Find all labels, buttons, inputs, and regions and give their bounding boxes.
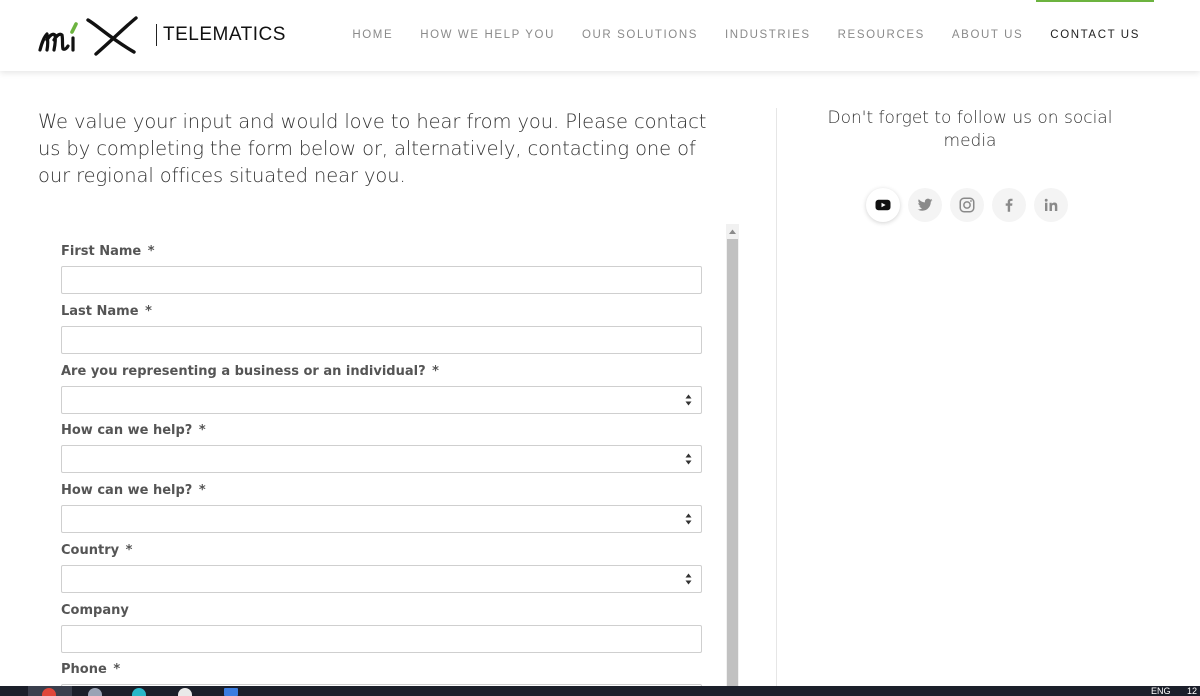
scroll-up-arrow[interactable] [726, 224, 739, 238]
nav-contact-us[interactable]: CONTACT US [1036, 0, 1154, 71]
nav-industries[interactable]: INDUSTRIES [725, 0, 811, 71]
field-label: Are you representing a business or an in… [61, 364, 439, 379]
field-last-name: Last Name * [61, 304, 702, 354]
business-or-individual-select[interactable] [61, 386, 702, 414]
file-explorer-icon[interactable] [88, 688, 102, 696]
last-name-input[interactable] [61, 326, 702, 354]
facebook-button[interactable] [992, 188, 1026, 222]
field-label: How can we help? * [61, 483, 206, 498]
field-first-name: First Name * [61, 244, 702, 294]
youtube-icon [875, 199, 891, 211]
field-country: Country * [61, 543, 702, 593]
form-scrollbar[interactable] [726, 224, 739, 688]
nav-home[interactable]: HOME [352, 0, 393, 71]
main-nav: HOME HOW WE HELP YOU OUR SOLUTIONS INDUS… [325, 0, 1154, 71]
chrome-icon[interactable] [42, 688, 56, 696]
nav-about-us[interactable]: ABOUT US [952, 0, 1023, 71]
field-label: Country * [61, 543, 133, 558]
nav-resources[interactable]: RESOURCES [838, 0, 925, 71]
select-updown-icon [685, 453, 692, 465]
select-updown-icon [685, 513, 692, 525]
field-how-can-we-help-2: How can we help? * [61, 483, 702, 533]
mix-logo-mark [38, 16, 138, 56]
field-label: How can we help? * [61, 423, 206, 438]
social-links [866, 188, 1076, 222]
field-business-or-individual: Are you representing a business or an in… [61, 364, 702, 414]
clock[interactable]: 12 [1187, 687, 1197, 696]
logo-divider [156, 24, 157, 46]
linkedin-icon [1044, 198, 1058, 211]
app-icon[interactable] [224, 688, 238, 696]
field-company: Company [61, 603, 702, 653]
logo[interactable]: TELEMATICS [38, 12, 286, 58]
logo-text: TELEMATICS [163, 24, 286, 45]
twitter-button[interactable] [908, 188, 942, 222]
select-updown-icon [685, 573, 692, 585]
os-taskbar: ENG 12 [0, 686, 1200, 696]
select-updown-icon [685, 394, 692, 406]
nav-how-we-help-you[interactable]: HOW WE HELP YOU [420, 0, 555, 71]
contact-form-frame: First Name * Last Name * Are you represe… [38, 224, 740, 688]
language-indicator[interactable]: ENG [1151, 687, 1171, 696]
company-input[interactable] [61, 625, 702, 653]
country-select[interactable] [61, 565, 702, 593]
nav-our-solutions[interactable]: OUR SOLUTIONS [582, 0, 698, 71]
instagram-button[interactable] [950, 188, 984, 222]
social-title: Don't forget to follow us on social medi… [827, 108, 1113, 151]
column-divider [776, 108, 777, 688]
instagram-icon [959, 197, 975, 213]
how-can-we-help-select[interactable] [61, 445, 702, 473]
app-icon[interactable] [132, 688, 146, 696]
scroll-up-icon [729, 229, 736, 234]
field-how-can-we-help-1: How can we help? * [61, 423, 702, 473]
how-can-we-help-detail-select[interactable] [61, 505, 702, 533]
scroll-thumb[interactable] [727, 239, 738, 688]
field-label: Last Name * [61, 304, 152, 319]
field-label: Company [61, 603, 129, 618]
field-phone: Phone * [61, 662, 702, 688]
app-icon[interactable] [178, 688, 192, 696]
linkedin-button[interactable] [1034, 188, 1068, 222]
facebook-icon [1005, 198, 1013, 212]
youtube-button[interactable] [866, 188, 900, 222]
field-label: Phone * [61, 662, 121, 677]
intro-text: We value your input and would love to he… [38, 110, 707, 187]
field-label: First Name * [61, 244, 155, 259]
site-header: TELEMATICS HOME HOW WE HELP YOU OUR SOLU… [0, 0, 1200, 71]
first-name-input[interactable] [61, 266, 702, 294]
twitter-icon [917, 198, 933, 211]
